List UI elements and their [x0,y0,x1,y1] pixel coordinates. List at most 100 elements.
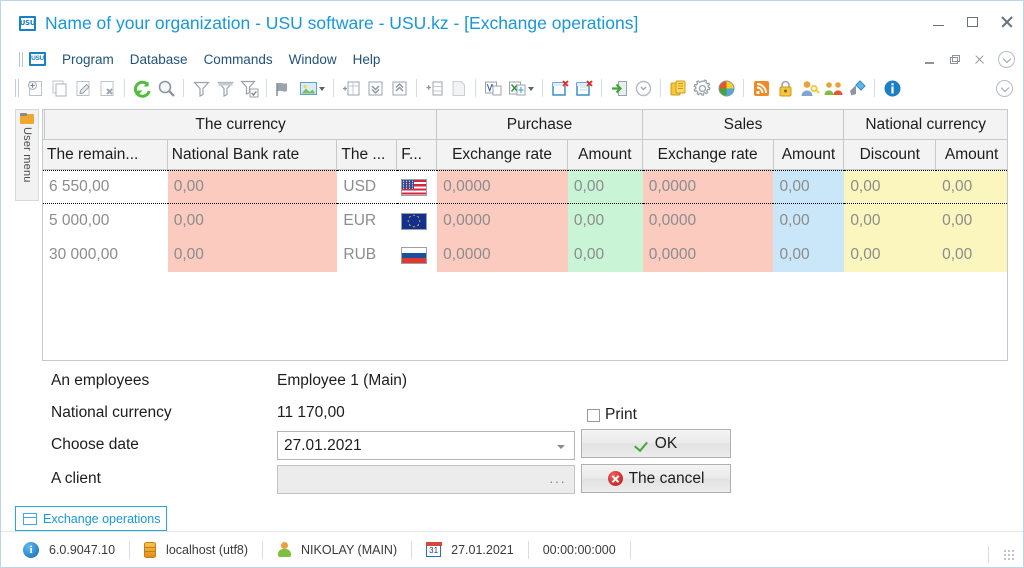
cell-national-amount[interactable]: 0,00 [936,238,1007,272]
cell-flag[interactable] [397,238,438,272]
refresh-icon[interactable] [132,78,153,99]
cell-purchase-exchange-rate[interactable]: 0,0000 [437,204,568,238]
menu-item-commands[interactable]: Commands [196,50,281,69]
column-header-remainder[interactable]: The remain... [43,140,168,170]
delete-record-icon[interactable] [97,78,118,99]
close-icon[interactable] [999,14,1015,30]
cell-discount[interactable]: 0,00 [844,204,937,238]
cell-currency[interactable]: EUR [337,204,398,238]
bookmark-icon[interactable] [274,78,295,99]
data-grid[interactable]: The currency Purchase Sales National cur… [42,109,1008,361]
print-checkbox-box[interactable] [587,408,600,422]
mdi-minimize-icon[interactable] [923,53,937,67]
table-row[interactable]: 6 550,00 0,00 USD 0,0000 0,00 0,0000 0,0… [43,170,1007,204]
group-header-sales[interactable]: Sales [642,110,845,140]
table-row[interactable]: 30 000,00 0,00 RUB 0,0000 0,00 0,0000 0,… [43,238,1007,272]
add-column-icon[interactable] [424,78,445,99]
settings-icon[interactable] [692,78,713,99]
menu-item-program[interactable]: Program [54,50,122,69]
user-rights-icon[interactable] [799,78,820,99]
users-group-icon[interactable] [823,78,844,99]
mdi-restore-icon[interactable] [948,53,962,67]
cell-flag[interactable] [397,170,438,204]
menu-item-database[interactable]: Database [122,50,196,69]
cell-currency[interactable]: RUB [337,238,398,272]
close-window-icon[interactable] [550,78,571,99]
blank-page-icon[interactable] [448,78,469,99]
column-header-flag[interactable]: F... [397,140,438,170]
column-header-discount[interactable]: Discount [844,140,937,170]
plugin-icon[interactable] [847,78,868,99]
column-header-national-amount[interactable]: Amount [936,140,1007,170]
group-header-currency[interactable]: The currency [45,110,438,140]
resize-grip[interactable] [1003,549,1015,561]
rss-icon[interactable] [751,78,772,99]
menu-item-window[interactable]: Window [281,50,345,69]
exit-icon[interactable] [609,78,630,99]
cell-purchase-amount[interactable]: 0,00 [567,170,643,204]
export-excel-icon[interactable] [507,78,528,99]
filter-icon[interactable] [191,78,212,99]
column-header-sales-exchange-rate[interactable]: Exchange rate [642,140,774,170]
column-header-purchase-exchange-rate[interactable]: Exchange rate [437,140,568,170]
search-icon[interactable] [156,78,177,99]
cell-remainder[interactable]: 6 550,00 [43,170,168,204]
chevron-down-icon[interactable] [557,445,565,449]
choose-date-input[interactable]: 27.01.2021 [277,431,575,460]
add-record-icon[interactable] [25,78,46,99]
filter-advanced-icon[interactable] [215,78,236,99]
collapse-all-icon[interactable] [389,78,410,99]
cell-national-bank-rate[interactable]: 0,00 [167,170,338,204]
mdi-close-icon[interactable] [973,53,987,67]
money-icon[interactable] [668,78,689,99]
filter-apply-icon[interactable] [239,78,260,99]
menu-drag-handle[interactable] [19,51,25,67]
export-word-icon[interactable] [483,78,504,99]
group-columns-icon[interactable] [341,78,362,99]
copy-record-icon[interactable] [49,78,70,99]
minimize-icon[interactable] [931,14,947,30]
column-header-sales-amount[interactable]: Amount [773,140,845,170]
maximize-icon[interactable] [965,14,981,30]
cell-remainder[interactable]: 5 000,00 [43,204,168,238]
palette-icon[interactable] [716,78,737,99]
cell-sales-amount[interactable]: 0,00 [773,204,845,238]
cell-national-bank-rate[interactable]: 0,00 [167,238,338,272]
cell-remainder[interactable]: 30 000,00 [43,238,168,272]
cell-currency[interactable]: USD [337,170,398,204]
about-info-icon[interactable] [882,78,903,99]
column-header-purchase-amount[interactable]: Amount [567,140,643,170]
export-dropdown-icon[interactable] [527,78,535,99]
cell-sales-amount[interactable]: 0,00 [773,170,845,204]
image-view-dropdown-icon[interactable] [318,78,326,99]
print-checkbox[interactable]: Print [587,406,637,424]
cell-purchase-exchange-rate[interactable]: 0,0000 [437,170,568,204]
image-view-icon[interactable] [298,78,319,99]
history-icon[interactable] [633,78,654,99]
cell-sales-exchange-rate[interactable]: 0,0000 [642,238,774,272]
sidebar-user-menu-tab[interactable]: User menu [15,109,39,201]
cell-national-amount[interactable]: 0,00 [936,204,1007,238]
toolbar-drag-handle[interactable] [15,79,20,97]
column-header-the-currency[interactable]: The ... [337,140,398,170]
group-header-purchase[interactable]: Purchase [437,110,643,140]
client-input[interactable]: ··· [277,465,575,494]
client-browse-icon[interactable]: ··· [549,473,566,489]
document-tab-exchange-operations[interactable]: Exchange operations [15,506,167,531]
cell-purchase-exchange-rate[interactable]: 0,0000 [437,238,568,272]
column-header-national-bank-rate[interactable]: National Bank rate [167,140,338,170]
cell-purchase-amount[interactable]: 0,00 [567,204,643,238]
table-row[interactable]: 5 000,00 0,00 EUR 0,0000 0,00 0,0000 0,0… [43,204,1007,238]
lock-icon[interactable] [775,78,796,99]
edit-record-icon[interactable] [73,78,94,99]
close-all-windows-icon[interactable] [574,78,595,99]
cell-sales-amount[interactable]: 0,00 [773,238,845,272]
mdi-dropdown-icon[interactable] [998,51,1015,68]
cell-discount[interactable]: 0,00 [844,170,937,204]
group-header-national-currency[interactable]: National currency [844,110,1007,140]
cell-national-amount[interactable]: 0,00 [936,170,1007,204]
cell-flag[interactable] [397,204,438,238]
cell-discount[interactable]: 0,00 [844,238,937,272]
ok-button[interactable]: OK [581,429,731,458]
cancel-button[interactable]: The cancel [581,464,731,493]
